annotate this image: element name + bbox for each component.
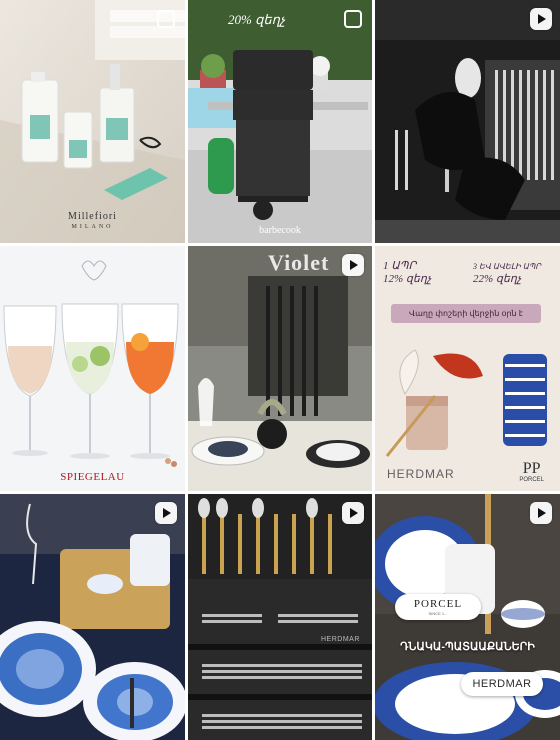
- post-tile-spiegelau[interactable]: SPIEGELAU: [0, 246, 185, 491]
- brand-watermark: HERDMAR: [321, 636, 360, 643]
- video-icon: [342, 502, 364, 524]
- post-image: [0, 494, 185, 740]
- brand-watermark: SPIEGELAU: [60, 471, 125, 483]
- brand-watermark-porcel: PP PORCEL: [519, 460, 544, 484]
- promo-right: 3 ԵՎ ԱՎԵԼԻ ԱՊՐ 22% զեղչ: [473, 262, 541, 285]
- post-image: [0, 0, 185, 243]
- post-tile-blue-porcelain[interactable]: [0, 494, 185, 740]
- post-image: [0, 246, 185, 491]
- sale-label: 20% զեղչ: [228, 12, 286, 27]
- post-tile-cutlery-gloves[interactable]: [375, 0, 560, 243]
- post-image: [188, 0, 372, 243]
- carousel-icon: [155, 8, 177, 30]
- post-tile-herdmar-cutlery[interactable]: HERDMAR: [188, 494, 372, 740]
- brand-watermark: HERDMAR: [387, 467, 455, 481]
- post-tile-barbecook[interactable]: 20% զեղչ barbecook: [188, 0, 372, 243]
- carousel-icon: [342, 8, 364, 30]
- video-caption: ԴՆԱԿԱ-ՊԱՏԱԱՔԱՆԵՐԻ: [400, 641, 535, 653]
- post-image: [375, 0, 560, 243]
- video-icon: [342, 254, 364, 276]
- video-icon: [530, 8, 552, 30]
- porcel-label: PORCEL SINCE 1...: [395, 594, 481, 620]
- post-tile-violet[interactable]: Violet: [188, 246, 372, 491]
- post-tile-millefiori[interactable]: Millefiori MILANO: [0, 0, 185, 243]
- promo-banner: Վաղը փոշերի վերջին օրն է: [391, 304, 541, 323]
- post-image: [188, 246, 372, 491]
- post-image: [188, 494, 372, 740]
- brand-watermark: barbecook: [259, 225, 301, 236]
- brand-watermark: Millefiori MILANO: [68, 211, 117, 230]
- promo-left: 1 ԱՊՐ 12% զեղչ: [383, 260, 432, 285]
- herdmar-label: HERDMAR: [461, 672, 543, 696]
- store-sign: Violet: [268, 250, 330, 275]
- profile-post-grid: Millefiori MILANO 20% զեղչ barbecook SPI…: [0, 0, 560, 740]
- post-tile-herdmar-promo[interactable]: 1 ԱՊՐ 12% զեղչ 3 ԵՎ ԱՎԵԼԻ ԱՊՐ 22% զեղչ Վ…: [375, 246, 560, 491]
- video-icon: [530, 502, 552, 524]
- video-icon: [155, 502, 177, 524]
- post-tile-porcel-herdmar[interactable]: PORCEL SINCE 1... ԴՆԱԿԱ-ՊԱՏԱԱՔԱՆԵՐԻ HERD…: [375, 494, 560, 740]
